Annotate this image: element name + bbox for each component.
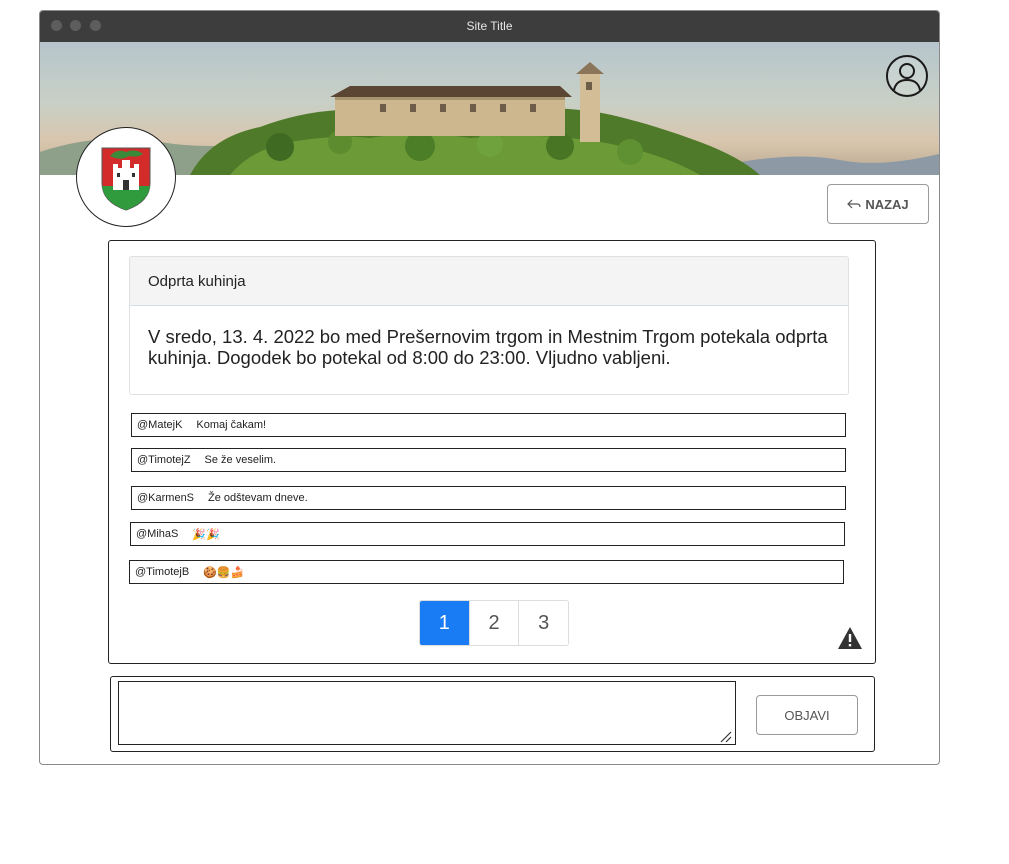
title-bar: Site Title — [40, 11, 939, 42]
page-1-button[interactable]: 1 — [420, 601, 469, 645]
comment-text: Komaj čakam! — [196, 419, 267, 431]
comment-composer: OBJAVI — [110, 676, 875, 752]
comment-user[interactable]: @TimotejZ — [137, 454, 191, 466]
post-title: Odprta kuhinja — [130, 257, 848, 306]
comment-user[interactable]: @KarmenS — [137, 492, 194, 504]
browser-window: Site Title NAZAJ Odprta kuhinja V sredo,… — [39, 10, 940, 765]
comment-item: @TimotejZ Se že veselim. — [131, 448, 846, 472]
comment-text: 🎉🎉 — [192, 528, 220, 541]
comment-input[interactable] — [118, 681, 736, 745]
comment-text: Že odštevam dneve. — [208, 492, 308, 504]
comment-user[interactable]: @TimotejB — [135, 566, 189, 578]
publish-button[interactable]: OBJAVI — [756, 695, 858, 735]
comment-text: 🍪🍔🍰 — [203, 566, 245, 579]
post-card: Odprta kuhinja V sredo, 13. 4. 2022 bo m… — [129, 256, 849, 395]
window-title: Site Title — [466, 19, 513, 33]
reply-arrow-icon — [847, 199, 861, 209]
back-button-label: NAZAJ — [865, 196, 909, 212]
pagination: 1 2 3 — [419, 600, 569, 646]
page-2-button[interactable]: 2 — [468, 601, 519, 645]
user-avatar-icon — [893, 63, 921, 91]
post-panel: Odprta kuhinja V sredo, 13. 4. 2022 bo m… — [108, 240, 876, 664]
comment-user[interactable]: @MihaS — [136, 528, 178, 540]
post-body: V sredo, 13. 4. 2022 bo med Prešernovim … — [148, 326, 828, 368]
comment-item: @KarmenS Že odštevam dneve. — [131, 486, 846, 510]
back-button[interactable]: NAZAJ — [827, 184, 929, 224]
comment-item: @TimotejB 🍪🍔🍰 — [129, 560, 844, 584]
page-3-button[interactable]: 3 — [518, 601, 568, 645]
comment-text: Se že veselim. — [204, 454, 277, 466]
user-profile-button[interactable] — [886, 55, 928, 97]
ljubljana-coat-of-arms-icon — [101, 147, 151, 211]
warning-icon[interactable] — [837, 626, 863, 650]
city-crest-logo — [76, 127, 176, 227]
comment-user[interactable]: @MatejK — [137, 419, 182, 431]
comment-item: @MihaS 🎉🎉 — [130, 522, 845, 546]
comment-item: @MatejK Komaj čakam! — [131, 413, 846, 437]
